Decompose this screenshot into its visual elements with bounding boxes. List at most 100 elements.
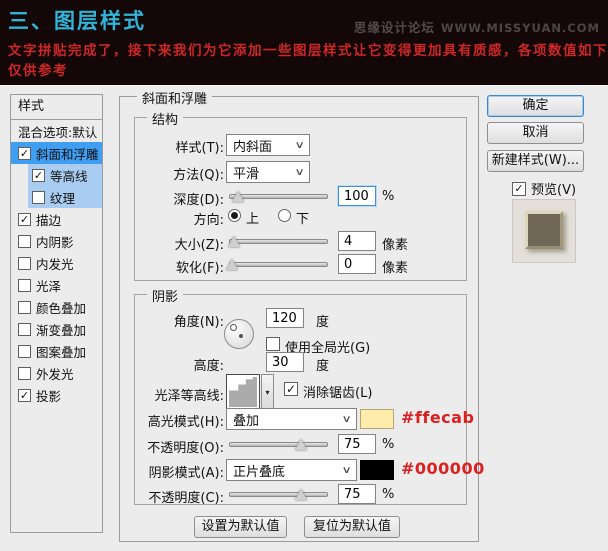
color-overlay-checkbox[interactable] <box>18 300 31 314</box>
shadow-opacity-input[interactable] <box>338 484 376 504</box>
new-style-button[interactable]: 新建样式(W)... <box>487 150 584 172</box>
highlight-opacity-unit: % <box>382 437 395 452</box>
sidebar-item-label: 光泽 <box>36 278 62 294</box>
depth-unit: % <box>382 189 395 204</box>
size-label: 大小(Z): <box>174 238 224 253</box>
soften-unit: 像素 <box>382 261 409 276</box>
direction-down-radio[interactable] <box>278 209 291 222</box>
sidebar-item-inner-glow[interactable]: 内发光 <box>11 252 102 274</box>
bevel-emboss-checkbox[interactable]: ✓ <box>18 146 31 160</box>
sidebar-item-drop-shadow[interactable]: ✓ 投影 <box>11 384 102 406</box>
shadow-mode-dropdown[interactable]: 正片叠底 ∨ <box>226 459 357 481</box>
chevron-down-icon: ∨ <box>341 413 352 425</box>
sidebar-item-satin[interactable]: 光泽 <box>11 274 102 296</box>
sidebar-item-label: 等高线 <box>50 168 88 184</box>
inner-shadow-checkbox[interactable] <box>18 234 31 248</box>
sidebar-item-label: 渐变叠加 <box>36 322 87 338</box>
sidebar-item-label: 内发光 <box>36 256 74 272</box>
shadow-color-swatch[interactable] <box>360 460 394 480</box>
gradient-overlay-checkbox[interactable] <box>18 322 31 336</box>
altitude-input[interactable] <box>266 352 304 372</box>
watermark: 思缘设计论坛 WWW.MISSYUAN.COM <box>354 17 600 36</box>
cancel-button[interactable]: 取消 <box>487 122 584 144</box>
sidebar-item-label: 投影 <box>36 388 62 404</box>
depth-slider[interactable] <box>229 191 328 202</box>
shadow-mode-label: 阴影模式(A): <box>148 466 224 481</box>
sidebar-item-outer-glow[interactable]: 外发光 <box>11 362 102 384</box>
size-slider-thumb[interactable] <box>228 236 240 247</box>
gloss-contour-label: 光泽等高线: <box>154 389 224 404</box>
sidebar-item-bevel-emboss[interactable]: ✓ 斜面和浮雕 <box>11 142 102 164</box>
antialias-checkbox[interactable]: ✓ <box>284 382 298 396</box>
sidebar-item-gradient-overlay[interactable]: 渐变叠加 <box>11 318 102 340</box>
sidebar-item-stroke[interactable]: ✓ 描边 <box>11 208 102 230</box>
sidebar-item-contour[interactable]: ✓ 等高线 <box>28 164 102 186</box>
sidebar-item-blending-options[interactable]: 混合选项:默认 <box>11 120 102 142</box>
sidebar-item-label: 描边 <box>36 212 62 228</box>
sidebar-item-texture[interactable]: 纹理 <box>28 186 102 208</box>
contour-checkbox[interactable]: ✓ <box>32 168 45 182</box>
sidebar-item-label: 图案叠加 <box>36 344 87 360</box>
texture-checkbox[interactable] <box>32 190 45 204</box>
global-light-checkbox[interactable] <box>266 337 280 351</box>
sidebar-item-label: 外发光 <box>36 366 74 382</box>
highlight-color-swatch[interactable] <box>360 409 394 429</box>
angle-unit: 度 <box>316 315 330 330</box>
set-default-button[interactable]: 设置为默认值 <box>194 516 287 538</box>
bevel-emboss-panel: 斜面和浮雕 结构 样式(T): 内斜面 ∨ 方法(Q): 平滑 ∨ 深度(D):… <box>119 88 484 542</box>
soften-label: 软化(F): <box>175 261 224 276</box>
reset-default-button[interactable]: 复位为默认值 <box>304 516 400 538</box>
angle-input[interactable] <box>266 308 304 328</box>
direction-down-label: 下 <box>296 212 310 227</box>
watermark-url: WWW.MISSYUAN.COM <box>440 21 600 35</box>
shadow-opacity-thumb[interactable] <box>295 489 307 500</box>
soften-slider-thumb[interactable] <box>226 259 238 270</box>
preview-toggle[interactable]: ✓ 预览(V) <box>512 179 576 198</box>
style-dropdown[interactable]: 内斜面 ∨ <box>226 134 310 156</box>
soften-slider[interactable] <box>226 259 328 270</box>
drop-shadow-checkbox[interactable]: ✓ <box>18 388 31 402</box>
highlight-opacity-slider[interactable] <box>229 439 328 450</box>
method-label: 方法(Q): <box>173 168 224 183</box>
sidebar-item-label: 纹理 <box>50 190 76 206</box>
size-slider[interactable] <box>228 236 328 247</box>
structure-legend: 结构 <box>147 109 184 128</box>
style-dropdown-value: 内斜面 <box>233 139 273 155</box>
depth-slider-thumb[interactable] <box>232 191 244 202</box>
stroke-checkbox[interactable]: ✓ <box>18 212 31 226</box>
gloss-contour-thumbnail[interactable] <box>226 374 260 410</box>
sidebar-item-pattern-overlay[interactable]: 图案叠加 <box>11 340 102 362</box>
depth-label: 深度(D): <box>173 193 224 208</box>
method-dropdown[interactable]: 平滑 ∨ <box>226 161 310 183</box>
highlight-opacity-input[interactable] <box>338 434 376 454</box>
size-input[interactable] <box>338 231 376 251</box>
ok-button[interactable]: 确定 <box>487 95 584 117</box>
preview-checkbox[interactable]: ✓ <box>512 181 526 196</box>
pattern-overlay-checkbox[interactable] <box>18 344 31 358</box>
direction-label: 方向: <box>193 213 224 228</box>
angle-dial[interactable] <box>224 319 254 349</box>
shadow-opacity-slider[interactable] <box>229 489 328 500</box>
style-label: 样式(T): <box>175 141 224 156</box>
watermark-site-name: 思缘设计论坛 <box>353 20 435 35</box>
direction-up-radio[interactable] <box>228 209 241 222</box>
sidebar-item-color-overlay[interactable]: 颜色叠加 <box>11 296 102 318</box>
menu-arrow-icon: ▾ <box>265 387 270 397</box>
angle-dial-marker[interactable] <box>230 324 237 331</box>
depth-input[interactable] <box>338 186 376 206</box>
inner-glow-checkbox[interactable] <box>18 256 31 270</box>
highlight-mode-label: 高光模式(H): <box>147 415 224 430</box>
antialias-label: 消除锯齿(L) <box>303 386 373 401</box>
soften-input[interactable] <box>338 254 376 274</box>
gloss-contour-dropdown-arrow[interactable]: ▾ <box>261 374 274 410</box>
sidebar-item-label: 颜色叠加 <box>36 300 87 316</box>
highlight-mode-dropdown[interactable]: 叠加 ∨ <box>226 408 357 430</box>
sidebar-item-inner-shadow[interactable]: 内阴影 <box>11 230 102 252</box>
satin-checkbox[interactable] <box>18 278 31 292</box>
highlight-opacity-thumb[interactable] <box>295 439 307 450</box>
altitude-unit: 度 <box>316 359 330 374</box>
shadow-opacity-unit: % <box>382 487 395 502</box>
tutorial-text-line1: 文字拼贴完成了，接下来我们为它添加一些图层样式让它变得更加具有质感，各项数值如下… <box>8 43 608 59</box>
outer-glow-checkbox[interactable] <box>18 366 31 380</box>
highlight-opacity-label: 不透明度(O): <box>147 441 224 456</box>
